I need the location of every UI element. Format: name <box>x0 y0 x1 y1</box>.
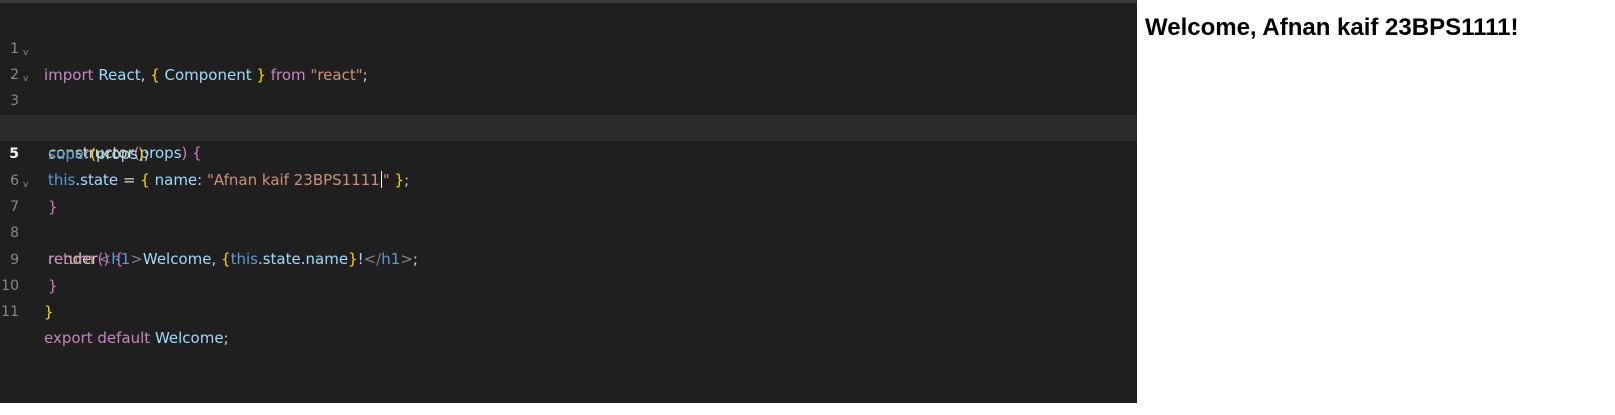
code-line[interactable]: 2 v class Welcome extends Component { <box>0 36 1137 136</box>
code-line-active[interactable]: 5 this.state = { name: "Afnan kaif 23BPS… <box>0 115 1137 189</box>
code-line[interactable]: 8 return <h1>Welcome, {this.state.name}!… <box>0 194 1137 268</box>
code-text[interactable]: export default Welcome; <box>44 325 229 351</box>
code-line[interactable]: 11 export default Welcome; <box>0 273 1137 347</box>
code-line[interactable]: 10 } <box>0 247 1137 321</box>
code-line[interactable]: 3 v constructor(props) { <box>0 62 1137 162</box>
code-line[interactable]: 1 import React, { Component } from "reac… <box>0 10 1137 84</box>
preview-heading: Welcome, Afnan kaif 23BPS1111! <box>1145 14 1519 41</box>
code-line[interactable]: 4 super(props); <box>0 89 1137 163</box>
code-line[interactable]: 7 v render() { <box>0 168 1137 268</box>
line-number: 11 <box>1 304 19 320</box>
code-line[interactable]: 9 } <box>0 221 1137 295</box>
code-editor[interactable]: 1 import React, { Component } from "reac… <box>0 0 1137 403</box>
code-text[interactable]: } <box>44 299 54 325</box>
code-line[interactable]: 6 } <box>0 142 1137 216</box>
